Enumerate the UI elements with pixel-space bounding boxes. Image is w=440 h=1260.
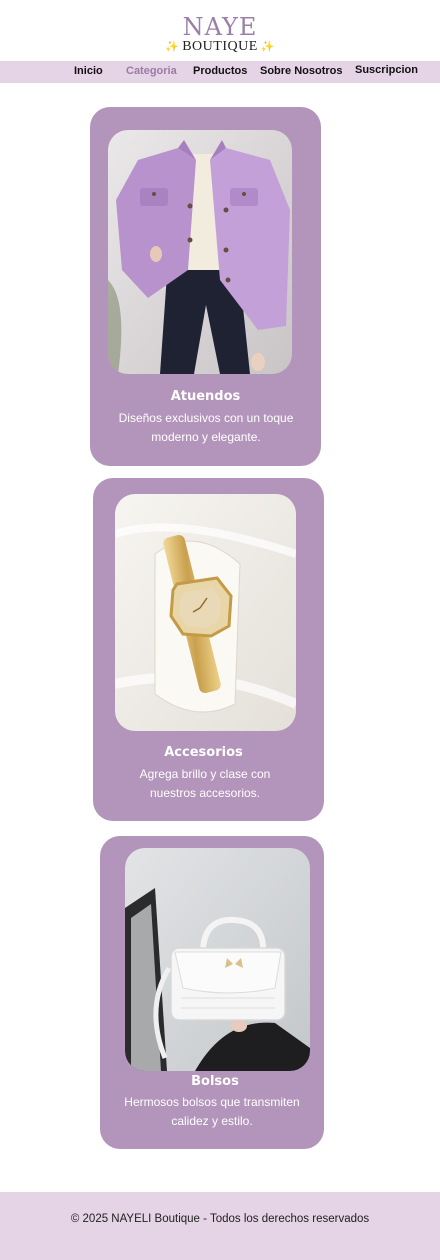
nav-item-sobre-nosotros[interactable]: Sobre Nosotros [260,65,343,77]
category-description: Agrega brillo y clase con nuestros acces… [139,767,271,800]
gold-watch-photo [115,494,296,731]
copyright-text: © 2025 NAYELI Boutique - Todos los derec… [70,1213,370,1225]
sparkle-icon: ✨ [260,40,275,53]
main-navbar: Inicio Categoria Productos Sobre Nosotro… [0,61,440,83]
category-card-accesorios[interactable]: Accesorios Agrega brillo y clase con nue… [93,478,324,821]
nav-item-productos[interactable]: Productos [193,65,247,77]
jacket-photo-image [108,130,292,374]
handbag-photo-image [125,848,310,1071]
sparkle-icon: ✨ [165,40,180,53]
category-title: Atuendos [170,389,241,404]
category-description: Diseños exclusivos con un toque moderno … [118,411,294,444]
white-handbag-photo [125,848,310,1071]
category-card-bolsos[interactable]: Bolsos Hermosos bolsos que transmiten ca… [100,836,324,1149]
page-footer: © 2025 NAYELI Boutique - Todos los derec… [0,1192,440,1260]
nav-item-suscripcion[interactable]: Suscripcion [355,64,418,76]
category-title: Accesorios [164,745,243,760]
brand-name-bottom: BOUTIQUE [182,39,258,54]
brand-logo[interactable]: NAYE ✨ BOUTIQUE ✨ [0,14,440,54]
category-description: Hermosos bolsos que transmiten calidez y… [124,1095,300,1128]
category-card-atuendos[interactable]: Atuendos Diseños exclusivos con un toque… [90,107,321,466]
nav-item-categoria[interactable]: Categoria [126,65,177,77]
watch-photo-image [115,494,296,731]
nav-item-inicio[interactable]: Inicio [74,65,103,77]
purple-jacket-photo [108,130,292,374]
brand-name-row: ✨ BOUTIQUE ✨ [0,40,440,54]
category-title: Bolsos [191,1074,239,1089]
brand-name-top: NAYE [182,13,258,41]
